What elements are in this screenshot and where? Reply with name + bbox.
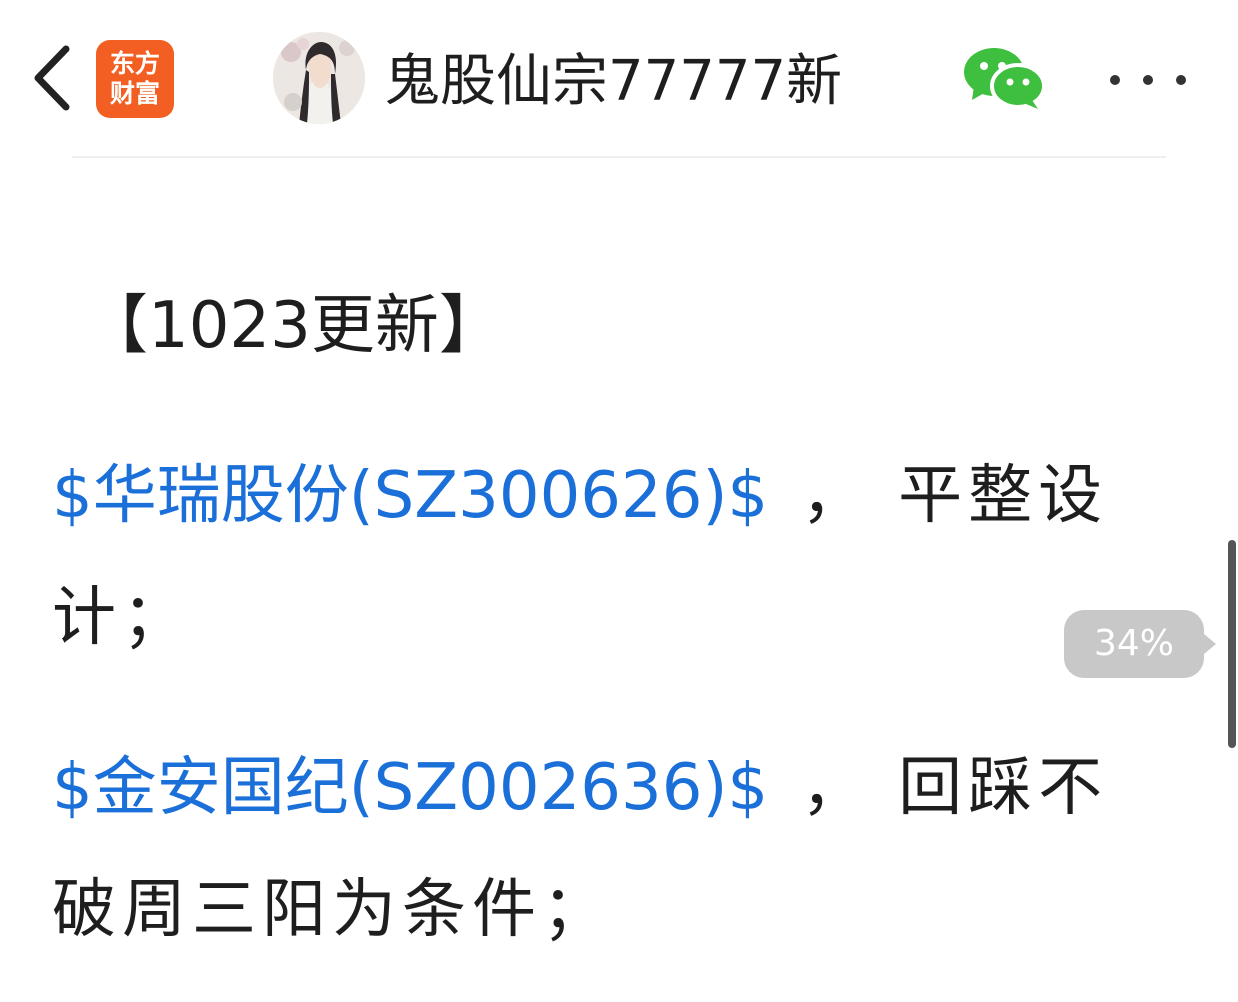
more-dots-icon (1176, 75, 1186, 85)
eastmoney-logo[interactable]: 东方 财富 (96, 40, 174, 118)
wechat-icon (964, 48, 1046, 109)
stock-link[interactable]: $华瑞股份(SZ300626)$ (52, 459, 768, 533)
article-line: $金安国纪(SZ002636)$ ， 回踩不 (52, 748, 1108, 828)
article-text: 回踩不 (898, 751, 1109, 825)
logo-text-line2: 财富 (109, 79, 160, 108)
article-text: 破周三阳为条件； (52, 873, 612, 947)
article-body: 【1023更新】 $华瑞股份(SZ300626)$ ， 平整设 计； $金安国纪(S… (0, 158, 1238, 1002)
article-text: 平整设 (898, 459, 1109, 533)
chevron-left-icon (34, 45, 70, 111)
separator: ， (801, 459, 866, 533)
more-button[interactable] (1110, 60, 1186, 100)
article-page: 东方 财富 鬼股仙宗77777新 【1023更新】 $华瑞股份(SZ300626… (0, 0, 1238, 1002)
more-dots-icon (1143, 75, 1153, 85)
stock-link[interactable]: $金安国纪(SZ002636)$ (52, 751, 768, 825)
update-heading: 【1023更新】 (84, 289, 503, 363)
logo-text-line1: 东方 (109, 49, 160, 78)
more-dots-icon (1110, 75, 1120, 85)
share-wechat-button[interactable] (962, 46, 1046, 110)
separator: ， (801, 751, 866, 825)
article-text: 计； (52, 581, 192, 655)
scrollbar[interactable] (1228, 540, 1236, 748)
back-button[interactable] (20, 38, 84, 118)
top-bar: 东方 财富 鬼股仙宗77777新 (0, 0, 1238, 157)
scroll-percent-badge: 34% (1064, 610, 1216, 678)
article-line: 破周三阳为条件； (52, 870, 612, 950)
account-name[interactable]: 鬼股仙宗77777新 (384, 44, 842, 120)
avatar[interactable] (273, 32, 365, 124)
avatar-image (273, 32, 365, 124)
article-line: 计； (52, 578, 192, 658)
article-line: $华瑞股份(SZ300626)$ ， 平整设 (52, 456, 1108, 536)
